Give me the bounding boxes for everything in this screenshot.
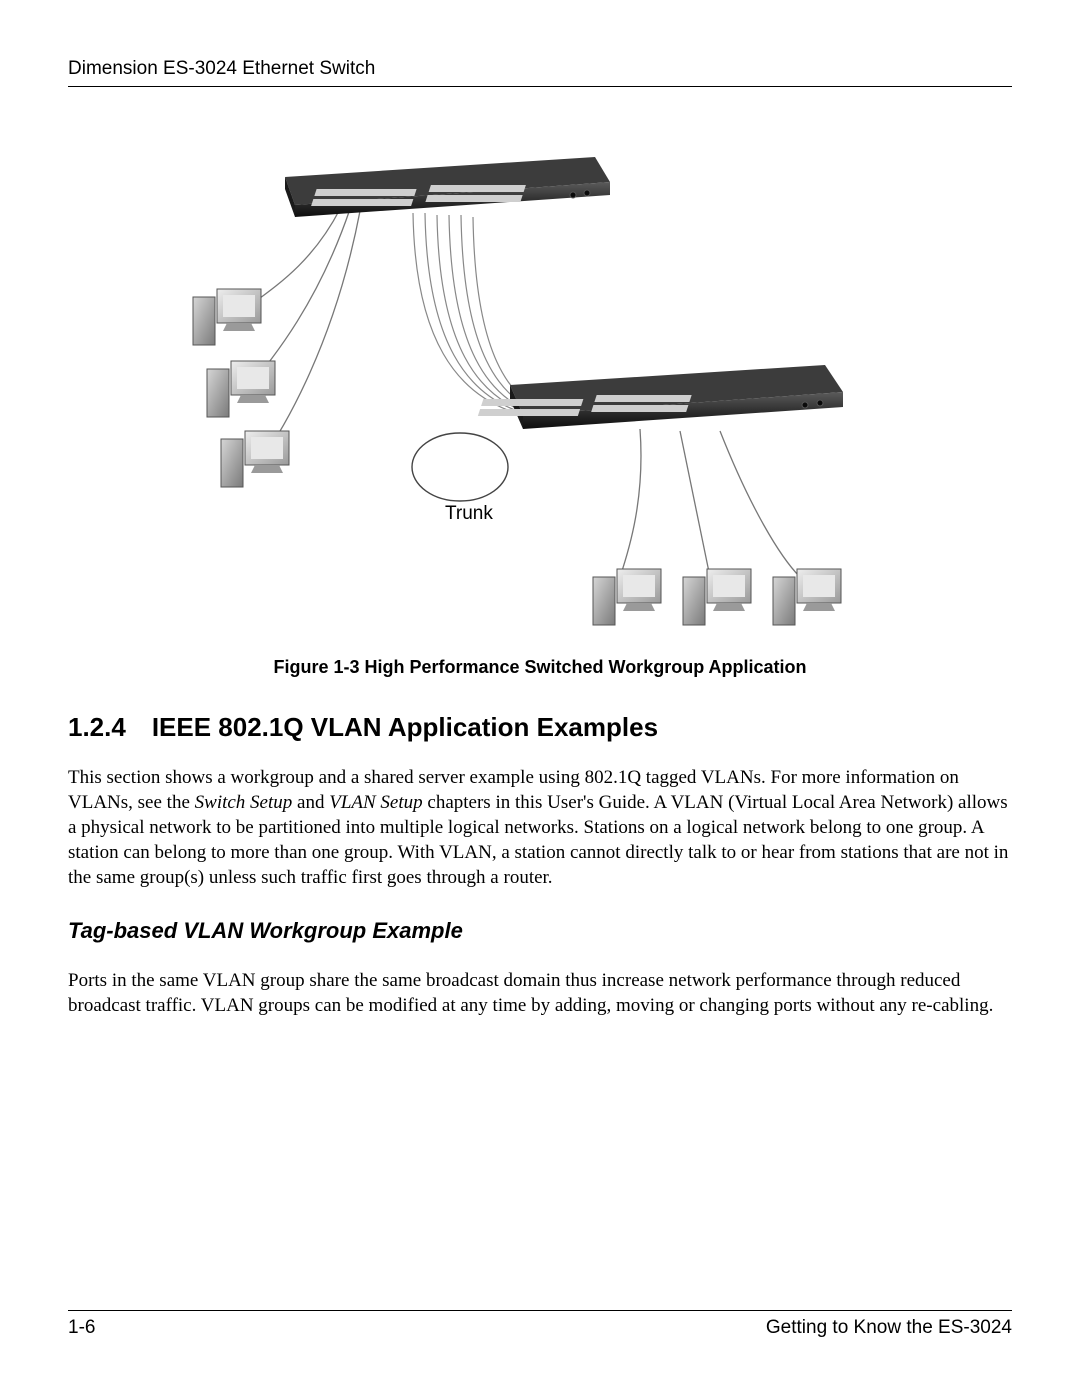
pc-right-3 — [773, 569, 841, 625]
pc-left-2 — [207, 361, 275, 417]
network-diagram-svg: Trunk — [175, 117, 905, 657]
paragraph-tag-vlan: Ports in the same VLAN group share the s… — [68, 968, 1012, 1018]
trunk-label: Trunk — [445, 503, 493, 524]
section-number: 1.2.4 — [68, 712, 126, 743]
pc-right-1 — [593, 569, 661, 625]
figure-illustration: Trunk — [175, 117, 905, 657]
footer-page-number: 1-6 — [68, 1317, 95, 1339]
section-title: IEEE 802.1Q VLAN Application Examples — [152, 712, 658, 742]
figure-caption: Figure 1-3 High Performance Switched Wor… — [273, 657, 806, 678]
paragraph-intro: This section shows a workgroup and a sha… — [68, 765, 1012, 890]
section-heading-1-2-4: 1.2.4 IEEE 802.1Q VLAN Application Exampl… — [68, 712, 1012, 743]
header-title: Dimension ES-3024 Ethernet Switch — [68, 58, 375, 79]
p1-b: and — [292, 792, 329, 813]
footer-chapter: Getting to Know the ES-3024 — [766, 1317, 1012, 1339]
pc-left-3 — [221, 431, 289, 487]
switch-bottom — [478, 365, 843, 429]
page-header: Dimension ES-3024 Ethernet Switch — [68, 58, 1012, 87]
switch-top — [285, 157, 610, 217]
p1-ital1: Switch Setup — [195, 792, 293, 813]
pc-right-2 — [683, 569, 751, 625]
figure-1-3: Trunk — [68, 117, 1012, 678]
pc-left-1 — [193, 289, 261, 345]
subheading-tag-vlan: Tag-based VLAN Workgroup Example — [68, 918, 1012, 944]
p1-ital2: VLAN Setup — [329, 792, 422, 813]
page-footer: 1-6 Getting to Know the ES-3024 — [68, 1310, 1012, 1339]
